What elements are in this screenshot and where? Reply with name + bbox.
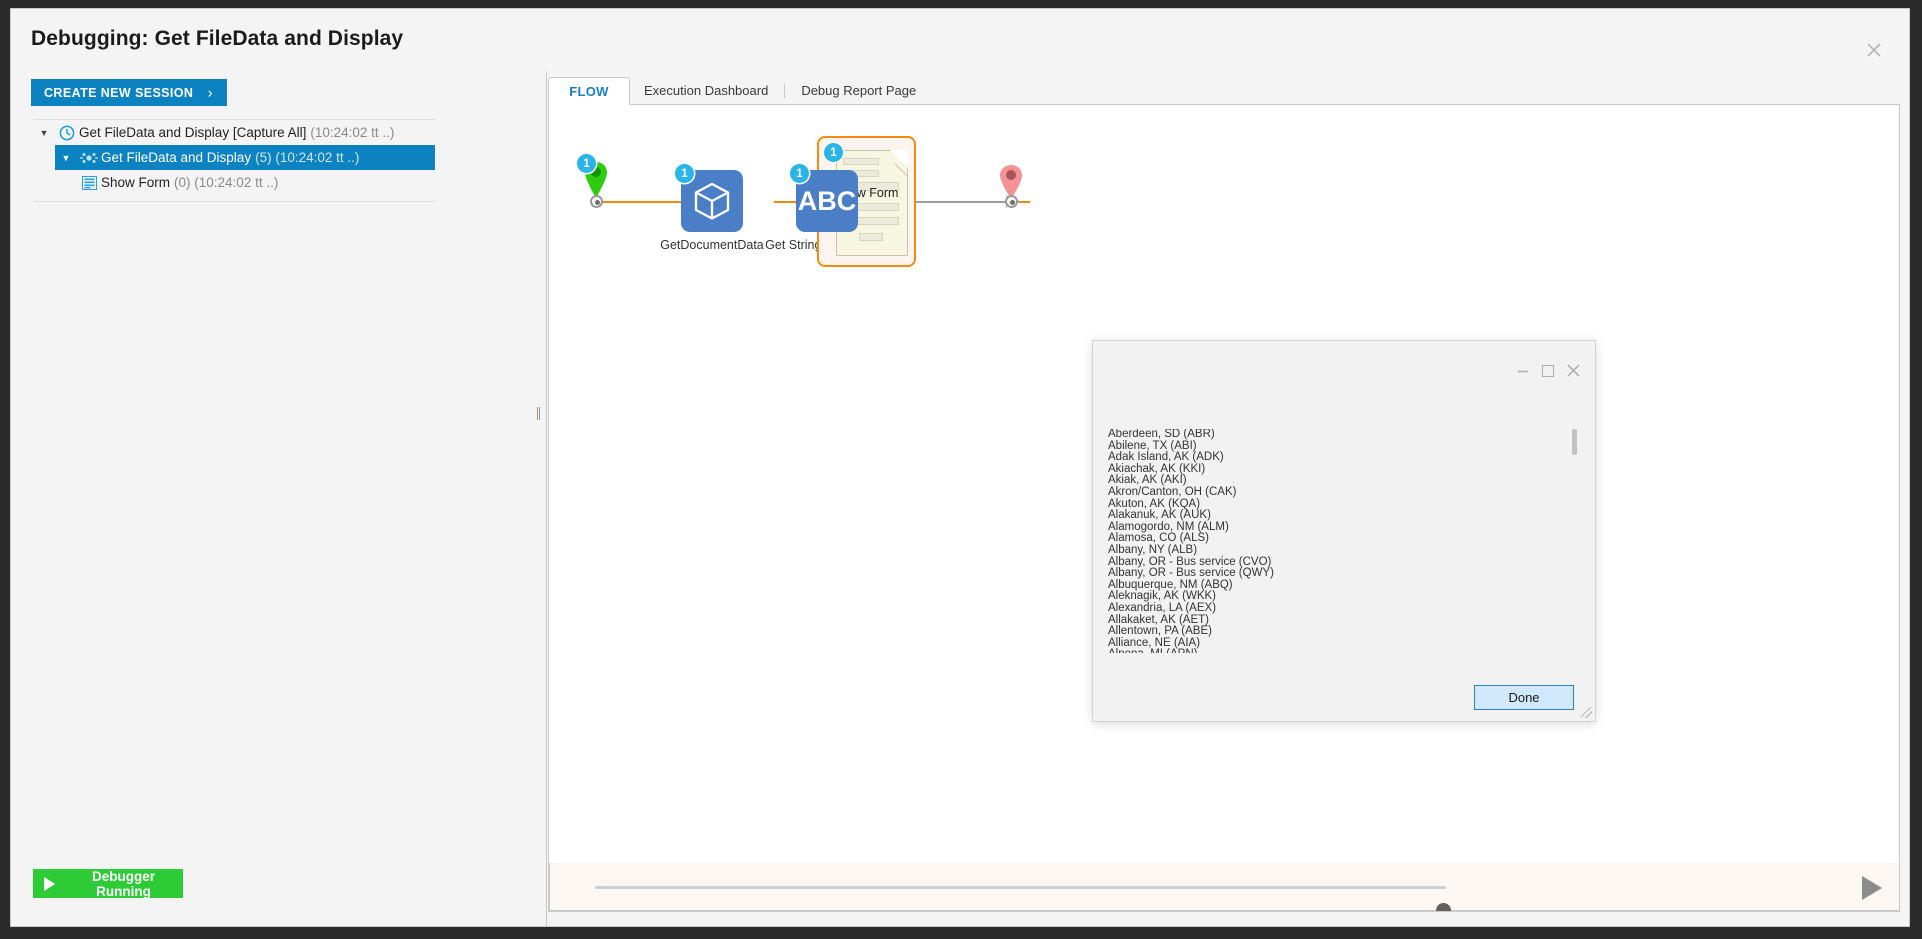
- tree-item-label: Get FileData and Display [Capture All]: [79, 125, 307, 140]
- tree-item-capture-all[interactable]: ▼ Get FileData and Display [Capture All]…: [33, 120, 435, 145]
- form-icon: [77, 175, 101, 190]
- playback-slider-thumb[interactable]: [1436, 903, 1451, 911]
- city-list[interactable]: Aberdeen, SD (ABR) Abilene, TX (ABI) Adak …: [1108, 429, 1582, 653]
- list-item[interactable]: Allentown, PA (ABE): [1108, 625, 1582, 638]
- splitter-grip-icon: [537, 407, 542, 420]
- tree-item-label: Show Form: [101, 175, 171, 190]
- show-form-dialog[interactable]: Aberdeen, SD (ABR) Abilene, TX (ABI) Adak …: [1092, 340, 1596, 722]
- step-badge-getdocumentdata: 1: [675, 164, 694, 183]
- twisty-icon[interactable]: ▼: [55, 153, 77, 163]
- create-new-session-label: CREATE NEW SESSION: [44, 85, 194, 100]
- debugger-running-label: Debugger Running: [91, 868, 155, 899]
- tree-item-timestamp: (0) (10:24:02 tt ..): [174, 175, 279, 190]
- close-icon[interactable]: [1566, 363, 1581, 378]
- list-item[interactable]: Albany, OR - Bus service (QWY): [1108, 568, 1582, 580]
- play-icon[interactable]: [1862, 876, 1882, 900]
- list-item[interactable]: Alpena, MI (APN): [1108, 649, 1582, 653]
- tab-divider: [784, 83, 786, 98]
- dialog-resize-grip[interactable]: [1581, 707, 1592, 718]
- flow-region: FLOW Execution Dashboard Debug Report Pa…: [548, 77, 1900, 912]
- playback-bar: [549, 863, 1899, 911]
- list-item[interactable]: Alakanuk, AK (AUK): [1108, 510, 1582, 522]
- list-item[interactable]: Aberdeen, SD (ABR): [1108, 429, 1582, 441]
- debugger-running-status-button[interactable]: Debugger Running: [33, 868, 183, 899]
- twisty-icon[interactable]: ▼: [33, 128, 55, 138]
- start-connector-dot[interactable]: [590, 195, 603, 208]
- step-badge-get-string-from-bytes: 1: [790, 164, 809, 183]
- tree-item-show-form[interactable]: Show Form (0) (10:24:02 tt ..): [33, 170, 435, 195]
- flow-icon: [77, 151, 101, 165]
- page-title: Debugging: Get FileData and Display: [31, 27, 404, 50]
- create-new-session-button[interactable]: CREATE NEW SESSION ›: [31, 79, 227, 106]
- doc-line: [843, 158, 879, 165]
- window-title-row: Debugging: Get FileData and Display: [11, 9, 1909, 71]
- end-connector-dot[interactable]: [1005, 195, 1018, 208]
- tree-item-label: Get FileData and Display: [101, 150, 252, 165]
- minimize-icon[interactable]: [1516, 364, 1530, 378]
- close-icon[interactable]: [1863, 39, 1885, 61]
- chevron-right-icon: ›: [207, 84, 213, 101]
- tab-flow[interactable]: FLOW: [548, 77, 630, 105]
- debug-sessions-panel: CREATE NEW SESSION › ▼ Get FileData and …: [11, 71, 534, 926]
- step-badge-show-form: 1: [824, 143, 843, 162]
- flow-canvas[interactable]: 1 1 GetDocumentData ABC 1 Get String Fro…: [548, 105, 1900, 912]
- doc-button: [859, 233, 883, 241]
- tree-item-get-filedata-and-display[interactable]: ▼ Get FileData and Display (5) (10:24:02…: [55, 145, 435, 170]
- debugger-window: Debugging: Get FileData and Display CREA…: [10, 8, 1910, 927]
- maximize-icon[interactable]: [1542, 364, 1554, 377]
- tab-execution-dashboard[interactable]: Execution Dashboard: [630, 76, 782, 104]
- playback-slider-track[interactable]: [595, 886, 1451, 911]
- session-tree: ▼ Get FileData and Display [Capture All]…: [33, 119, 435, 202]
- tree-item-timestamp: (10:24:02 tt ..): [310, 125, 395, 140]
- dialog-window-controls: [1516, 363, 1581, 378]
- dialog-title-bar[interactable]: [1093, 341, 1595, 393]
- step-badge-start: 1: [577, 154, 596, 173]
- list-item[interactable]: Akron/Canton, OH (CAK): [1108, 486, 1582, 499]
- tree-item-timestamp: (5) (10:24:02 tt ..): [255, 150, 360, 165]
- tree-divider-bottom: [33, 201, 435, 202]
- list-scrollbar[interactable]: [1572, 429, 1577, 653]
- list-item[interactable]: Albany, NY (ALB): [1108, 544, 1582, 557]
- done-button[interactable]: Done: [1474, 685, 1574, 710]
- list-item[interactable]: Alexandria, LA (AEX): [1108, 602, 1582, 615]
- tab-debug-report-page[interactable]: Debug Report Page: [787, 76, 930, 104]
- clock-icon: [55, 125, 79, 141]
- abc-icon: ABC: [797, 185, 857, 216]
- scrollbar-thumb[interactable]: [1572, 429, 1577, 455]
- play-icon: [44, 876, 55, 891]
- panel-splitter[interactable]: [534, 71, 547, 926]
- tab-strip: FLOW Execution Dashboard Debug Report Pa…: [548, 77, 1900, 105]
